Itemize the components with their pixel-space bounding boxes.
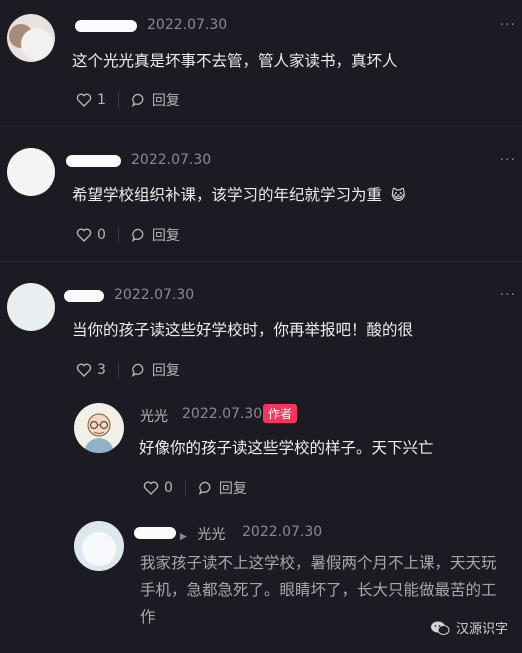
avatar[interactable] <box>7 283 55 331</box>
comment-actions: 0 回复 <box>143 478 247 498</box>
avatar[interactable] <box>7 148 55 196</box>
action-separator <box>184 480 186 496</box>
author-name-text: 光光 <box>140 409 168 425</box>
comment-bubble-icon <box>131 363 144 377</box>
reply-to-name[interactable]: 光光 <box>197 527 225 543</box>
comment-3: 2022.07.30 当你的孩子读这些好学校时，你再举报吧！酸的很 3 回复 ·… <box>0 262 522 392</box>
avatar[interactable] <box>7 14 55 62</box>
reply-to: ▶ 光光 <box>180 524 225 544</box>
username-redacted[interactable] <box>64 290 104 302</box>
like-button[interactable]: 0 <box>76 227 106 243</box>
action-separator <box>117 92 119 108</box>
reply-label: 回复 <box>151 228 180 244</box>
comment-2: 2022.07.30 希望学校组织补课，该学习的年纪就学习为重 😺 0 回复 ·… <box>0 127 522 260</box>
like-count: 0 <box>97 227 106 243</box>
comment-text: 这个光光真是坏事不去管，管人家读书，真坏人 <box>72 52 398 70</box>
watermark: 汉源识字 <box>430 618 508 637</box>
comment-text: 好像你的孩子读这些学校的样子。天下兴亡 <box>139 439 434 457</box>
author-name[interactable]: 光光 <box>140 406 168 426</box>
like-button[interactable]: 3 <box>76 362 106 378</box>
reply-button[interactable]: 回复 <box>131 225 180 245</box>
like-count: 0 <box>164 480 173 496</box>
comment-text-content: 希望学校组织补课，该学习的年纪就学习为重 <box>72 186 383 204</box>
comment-text: 当你的孩子读这些好学校时，你再举报吧！酸的很 <box>72 321 414 339</box>
reply-button[interactable]: 回复 <box>198 478 247 498</box>
author-avatar[interactable] <box>74 403 124 453</box>
comment-date: 2022.07.30 <box>182 406 263 422</box>
comment-bubble-icon <box>131 228 144 242</box>
comment-bubble-icon <box>198 481 211 495</box>
author-badge-label: 作者 <box>263 404 298 423</box>
heart-icon <box>76 363 92 377</box>
comment-1: 2022.07.30 这个光光真是坏事不去管，管人家读书，真坏人 1 回复 ··… <box>0 0 522 125</box>
avatar[interactable] <box>74 521 124 571</box>
comment-date: 2022.07.30 <box>147 17 228 33</box>
comment-actions: 1 回复 <box>76 90 180 110</box>
more-options-button[interactable]: ··· <box>500 152 516 168</box>
heart-icon <box>76 93 92 107</box>
more-options-button[interactable]: ··· <box>500 17 516 33</box>
comment-actions: 0 回复 <box>76 225 180 245</box>
comment-actions: 3 回复 <box>76 360 180 380</box>
avatar-cartoon-image <box>84 413 114 453</box>
reply-button[interactable]: 回复 <box>131 90 180 110</box>
more-options-button[interactable]: ··· <box>500 287 516 303</box>
author-badge: 作者 <box>263 404 298 423</box>
heart-icon <box>76 228 92 242</box>
action-separator <box>117 362 119 378</box>
like-count: 3 <box>97 362 106 378</box>
cat-emoji: 😺 <box>390 188 406 204</box>
watermark-text: 汉源识字 <box>455 622 508 637</box>
username-redacted[interactable] <box>75 20 137 32</box>
username-redacted[interactable] <box>66 155 121 167</box>
comment-date: 2022.07.30 <box>242 524 323 540</box>
like-button[interactable]: 1 <box>76 92 106 108</box>
comment-text: 希望学校组织补课，该学习的年纪就学习为重 😺 <box>72 183 406 205</box>
avatar-image <box>9 24 53 60</box>
comment-bubble-icon <box>131 93 144 107</box>
username-redacted[interactable] <box>134 527 176 539</box>
avatar-image <box>82 532 116 566</box>
reply-author: 光光 2022.07.30 作者 好像你的孩子读这些学校的样子。天下兴亡 0 回… <box>0 392 522 512</box>
like-button[interactable]: 0 <box>143 480 173 496</box>
reply-label: 回复 <box>151 363 180 379</box>
reply-label: 回复 <box>218 481 247 497</box>
heart-icon <box>143 481 159 495</box>
action-separator <box>117 227 119 243</box>
wechat-icon <box>430 621 450 635</box>
reply-button[interactable]: 回复 <box>131 360 180 380</box>
comment-date: 2022.07.30 <box>114 287 195 303</box>
like-count: 1 <box>97 92 106 108</box>
comment-date: 2022.07.30 <box>131 152 212 168</box>
reply-label: 回复 <box>151 93 180 109</box>
reply-arrow-icon: ▶ <box>180 532 187 542</box>
